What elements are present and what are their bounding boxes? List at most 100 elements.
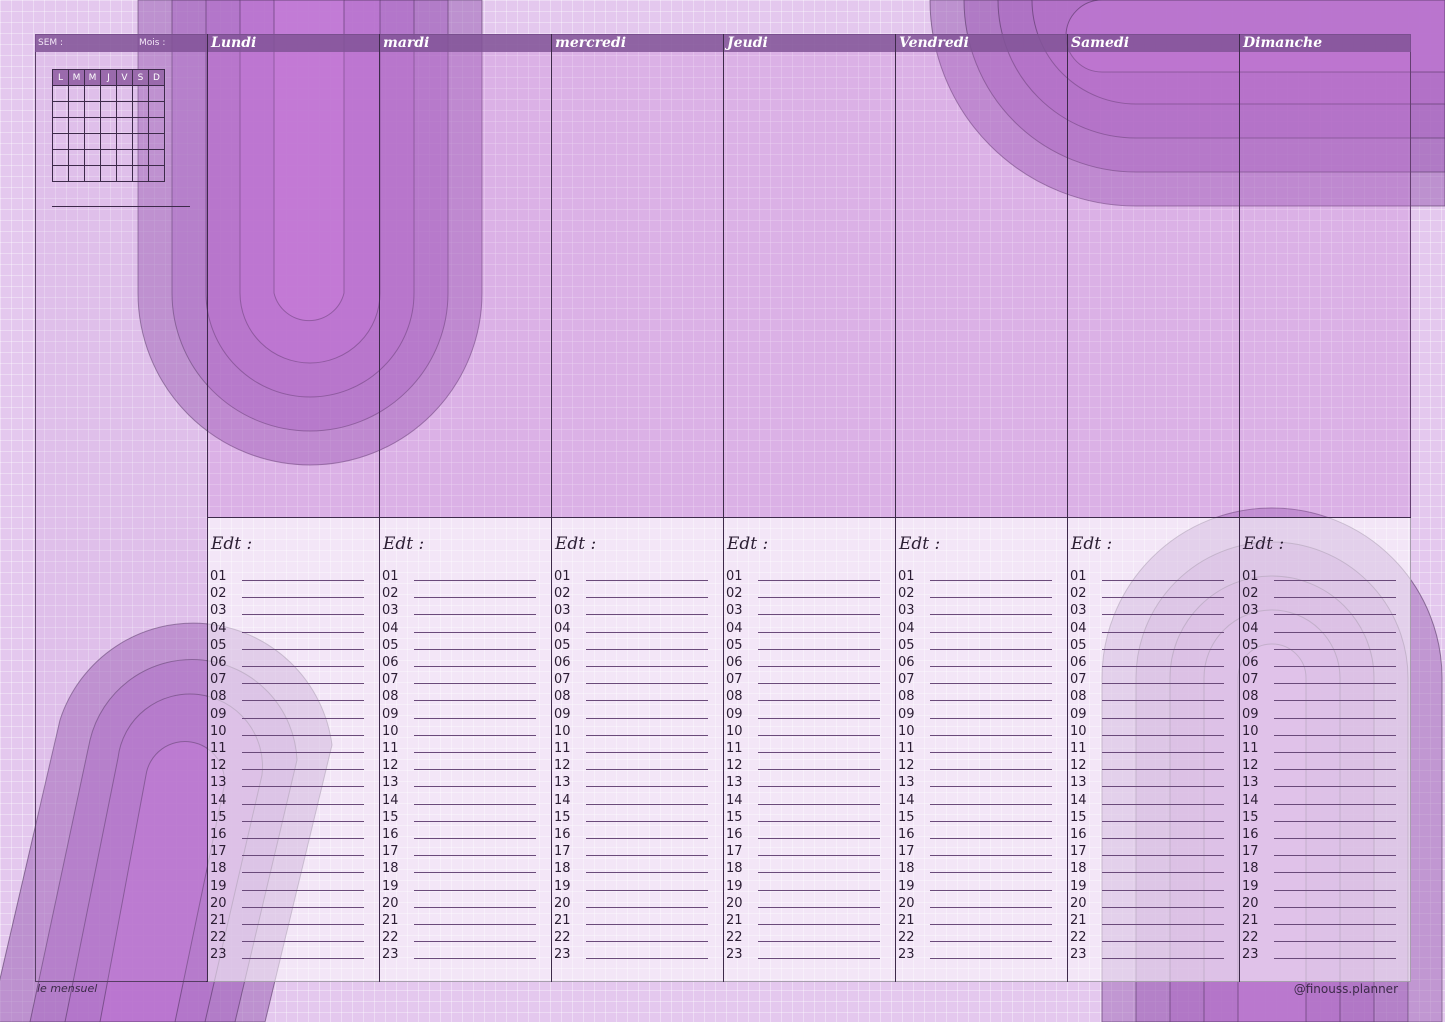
mini-calendar-cell[interactable] bbox=[52, 101, 69, 118]
hour-row[interactable]: 10 bbox=[1070, 723, 1224, 740]
hour-row[interactable]: 17 bbox=[210, 843, 364, 860]
hour-row[interactable]: 20 bbox=[1070, 895, 1224, 912]
day-notes-area[interactable] bbox=[896, 52, 1067, 517]
hour-row[interactable]: 12 bbox=[210, 757, 364, 774]
hour-row[interactable]: 02 bbox=[554, 585, 708, 602]
hour-row[interactable]: 15 bbox=[726, 809, 880, 826]
hour-row[interactable]: 01 bbox=[554, 568, 708, 585]
mini-calendar-cell[interactable] bbox=[68, 117, 85, 134]
day-notes-area[interactable] bbox=[208, 52, 379, 517]
day-notes-area[interactable] bbox=[380, 52, 551, 517]
hour-row[interactable]: 03 bbox=[382, 602, 536, 619]
hour-row[interactable]: 04 bbox=[382, 620, 536, 637]
hour-row[interactable]: 21 bbox=[210, 912, 364, 929]
hour-row[interactable]: 04 bbox=[898, 620, 1052, 637]
mini-calendar-cell[interactable] bbox=[116, 101, 133, 118]
hour-row[interactable]: 11 bbox=[382, 740, 536, 757]
hour-row[interactable]: 06 bbox=[210, 654, 364, 671]
hour-row[interactable]: 14 bbox=[210, 792, 364, 809]
hour-row[interactable]: 08 bbox=[1070, 688, 1224, 705]
hour-row[interactable]: 07 bbox=[554, 671, 708, 688]
mini-calendar-cell[interactable] bbox=[84, 165, 101, 182]
hour-row[interactable]: 15 bbox=[554, 809, 708, 826]
hour-row[interactable]: 03 bbox=[898, 602, 1052, 619]
mini-calendar-cell[interactable] bbox=[68, 149, 85, 166]
hour-row[interactable]: 05 bbox=[726, 637, 880, 654]
hour-row[interactable]: 02 bbox=[726, 585, 880, 602]
mini-calendar-cell[interactable] bbox=[84, 101, 101, 118]
mini-calendar-cell[interactable] bbox=[116, 117, 133, 134]
hour-row[interactable]: 22 bbox=[554, 929, 708, 946]
hour-row[interactable]: 19 bbox=[898, 878, 1052, 895]
mini-calendar-cell[interactable] bbox=[84, 149, 101, 166]
hour-row[interactable]: 09 bbox=[382, 706, 536, 723]
mini-calendar-cell[interactable] bbox=[52, 117, 69, 134]
hour-row[interactable]: 05 bbox=[554, 637, 708, 654]
hour-row[interactable]: 12 bbox=[382, 757, 536, 774]
hour-row[interactable]: 07 bbox=[726, 671, 880, 688]
hour-row[interactable]: 15 bbox=[210, 809, 364, 826]
hour-row[interactable]: 11 bbox=[554, 740, 708, 757]
hour-row[interactable]: 14 bbox=[554, 792, 708, 809]
mini-calendar-cell[interactable] bbox=[100, 165, 117, 182]
mini-calendar-cell[interactable] bbox=[132, 101, 149, 118]
hour-row[interactable]: 03 bbox=[1070, 602, 1224, 619]
hour-row[interactable]: 09 bbox=[898, 706, 1052, 723]
hour-row[interactable]: 16 bbox=[554, 826, 708, 843]
hour-row[interactable]: 06 bbox=[554, 654, 708, 671]
day-notes-area[interactable] bbox=[724, 52, 895, 517]
hour-row[interactable]: 14 bbox=[726, 792, 880, 809]
hour-row[interactable]: 18 bbox=[1070, 860, 1224, 877]
mini-calendar-cell[interactable] bbox=[148, 101, 165, 118]
mini-calendar-cell[interactable] bbox=[84, 117, 101, 134]
mini-calendar-cell[interactable] bbox=[100, 101, 117, 118]
hour-row[interactable]: 11 bbox=[898, 740, 1052, 757]
mini-calendar-cell[interactable] bbox=[132, 133, 149, 150]
hour-row[interactable]: 18 bbox=[1242, 860, 1396, 877]
hour-row[interactable]: 01 bbox=[382, 568, 536, 585]
hour-row[interactable]: 13 bbox=[1242, 774, 1396, 791]
hour-row[interactable]: 23 bbox=[1070, 946, 1224, 963]
mini-calendar-cell[interactable] bbox=[100, 149, 117, 166]
hour-row[interactable]: 16 bbox=[1242, 826, 1396, 843]
hour-row[interactable]: 19 bbox=[726, 878, 880, 895]
hour-row[interactable]: 04 bbox=[1070, 620, 1224, 637]
hour-row[interactable]: 22 bbox=[382, 929, 536, 946]
hour-row[interactable]: 03 bbox=[210, 602, 364, 619]
hour-row[interactable]: 17 bbox=[1070, 843, 1224, 860]
mini-calendar-cell[interactable] bbox=[84, 85, 101, 102]
hour-row[interactable]: 10 bbox=[210, 723, 364, 740]
hour-row[interactable]: 23 bbox=[554, 946, 708, 963]
hour-row[interactable]: 10 bbox=[726, 723, 880, 740]
hour-row[interactable]: 06 bbox=[898, 654, 1052, 671]
hour-row[interactable]: 08 bbox=[554, 688, 708, 705]
day-notes-area[interactable] bbox=[552, 52, 723, 517]
hour-row[interactable]: 15 bbox=[1242, 809, 1396, 826]
mini-calendar-cell[interactable] bbox=[52, 133, 69, 150]
hour-row[interactable]: 14 bbox=[382, 792, 536, 809]
hour-row[interactable]: 11 bbox=[210, 740, 364, 757]
hour-row[interactable]: 08 bbox=[1242, 688, 1396, 705]
mini-calendar-cell[interactable] bbox=[68, 101, 85, 118]
hour-row[interactable]: 10 bbox=[554, 723, 708, 740]
hour-row[interactable]: 13 bbox=[1070, 774, 1224, 791]
hour-row[interactable]: 17 bbox=[554, 843, 708, 860]
mini-calendar-cell[interactable] bbox=[148, 133, 165, 150]
hour-row[interactable]: 15 bbox=[382, 809, 536, 826]
mini-calendar-cell[interactable] bbox=[148, 85, 165, 102]
hour-row[interactable]: 22 bbox=[210, 929, 364, 946]
hour-row[interactable]: 17 bbox=[726, 843, 880, 860]
hour-row[interactable]: 23 bbox=[210, 946, 364, 963]
hour-row[interactable]: 05 bbox=[382, 637, 536, 654]
hour-row[interactable]: 13 bbox=[726, 774, 880, 791]
hour-row[interactable]: 02 bbox=[1242, 585, 1396, 602]
hour-row[interactable]: 18 bbox=[726, 860, 880, 877]
hour-row[interactable]: 18 bbox=[210, 860, 364, 877]
mini-calendar-cell[interactable] bbox=[116, 149, 133, 166]
mini-calendar-cell[interactable] bbox=[132, 85, 149, 102]
hour-row[interactable]: 04 bbox=[554, 620, 708, 637]
hour-row[interactable]: 22 bbox=[1242, 929, 1396, 946]
hour-row[interactable]: 05 bbox=[210, 637, 364, 654]
hour-row[interactable]: 13 bbox=[210, 774, 364, 791]
hour-row[interactable]: 09 bbox=[554, 706, 708, 723]
